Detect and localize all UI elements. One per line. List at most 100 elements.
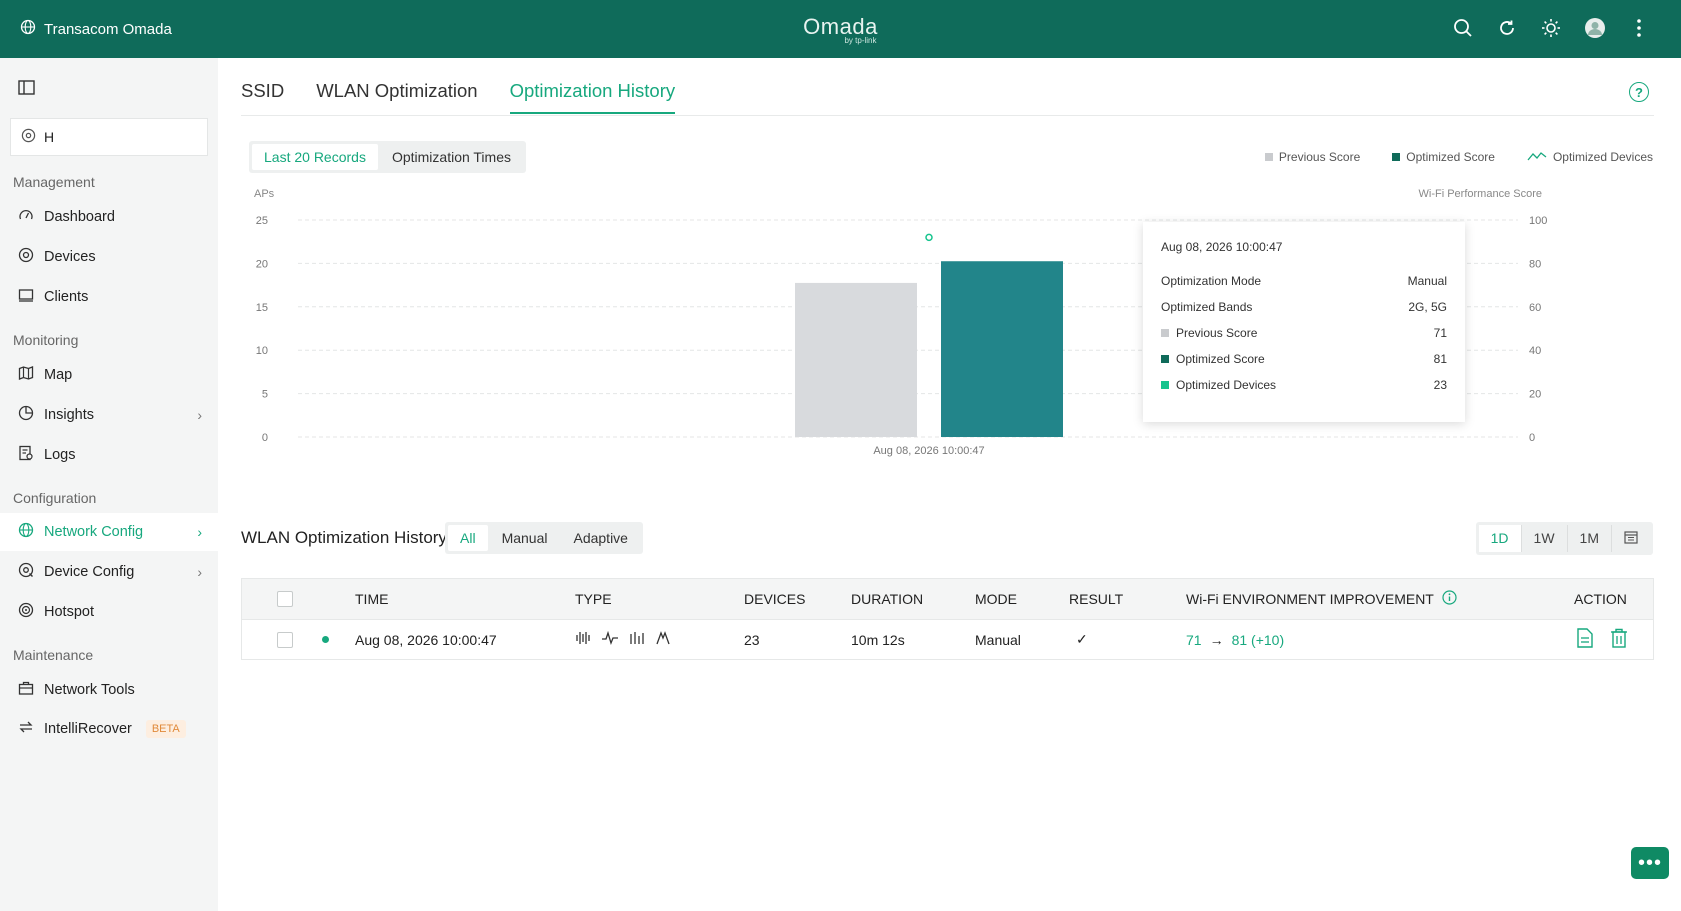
- optimization-times-button[interactable]: Optimization Times: [380, 144, 523, 170]
- right-tick-label: 60: [1529, 302, 1541, 314]
- sidebar-item-map[interactable]: Map: [0, 356, 218, 394]
- sidebar-item-logs[interactable]: Logs: [0, 436, 218, 474]
- range-1w[interactable]: 1W: [1522, 525, 1568, 552]
- improvement-to: 81 (+10): [1231, 631, 1285, 648]
- x-tick-label: Aug 08, 2026 10:00:47: [873, 445, 984, 457]
- antenna-icon: [655, 631, 671, 648]
- tab-optimization-history[interactable]: Optimization History: [509, 80, 676, 114]
- chevron-right-icon: ›: [197, 524, 202, 540]
- main-content: SSID WLAN Optimization Optimization Hist…: [218, 58, 1681, 911]
- sidebar-item-devices[interactable]: Devices: [0, 238, 218, 276]
- chevron-right-icon: ›: [197, 564, 202, 580]
- delete-icon[interactable]: [1610, 628, 1628, 651]
- legend-swatch: [1392, 153, 1401, 161]
- sidebar-item-network-config[interactable]: Network Config ›: [0, 513, 218, 551]
- chevron-right-icon: ›: [197, 407, 202, 423]
- last-20-records-button[interactable]: Last 20 Records: [252, 144, 378, 170]
- sidebar-item-label: Insights: [44, 407, 94, 423]
- tooltip-label: Optimized Devices: [1176, 378, 1277, 392]
- sidebar-item-clients[interactable]: Clients: [0, 278, 218, 316]
- org-name: Transacom Omada: [44, 20, 172, 38]
- hotspot-icon: [18, 602, 34, 622]
- details-icon[interactable]: [1576, 628, 1594, 651]
- tooltip-swatch: [1161, 381, 1169, 389]
- help-icon[interactable]: ?: [1629, 82, 1649, 102]
- left-axis-title: APs: [254, 188, 275, 200]
- section-management: Management: [13, 174, 95, 190]
- legend-previous-score[interactable]: Previous Score: [1264, 150, 1360, 164]
- logo-text: Omada: [803, 14, 878, 39]
- section-configuration: Configuration: [13, 490, 97, 506]
- sidebar-item-hotspot[interactable]: Hotspot: [0, 593, 218, 631]
- record-toggle: Last 20 Records Optimization Times: [249, 141, 526, 173]
- select-all-checkbox[interactable]: [277, 591, 293, 607]
- row-improvement: 71 → 81 (+10): [1186, 632, 1284, 648]
- calendar-icon[interactable]: [1612, 525, 1650, 552]
- org-selector[interactable]: Transacom Omada: [20, 19, 172, 39]
- optimized-devices-point: [925, 233, 933, 242]
- legend-optimized-devices[interactable]: Optimized Devices: [1527, 150, 1653, 164]
- location-icon: [21, 128, 36, 146]
- history-title: WLAN Optimization History: [241, 528, 447, 547]
- right-tick-label: 20: [1529, 389, 1541, 401]
- filter-adaptive[interactable]: Adaptive: [561, 525, 639, 551]
- row-checkbox[interactable]: [277, 631, 293, 648]
- tooltip-label: Optimized Score: [1176, 352, 1265, 366]
- sidebar: H Management Dashboard Devices Clients M…: [0, 58, 218, 911]
- legend-optimized-score[interactable]: Optimized Score: [1392, 150, 1495, 164]
- range-1d[interactable]: 1D: [1478, 525, 1522, 552]
- filter-manual[interactable]: Manual: [490, 525, 560, 551]
- tab-wlan-optimization[interactable]: WLAN Optimization: [316, 80, 477, 114]
- column-improvement: Wi-Fi ENVIRONMENT IMPROVEMENT: [1186, 590, 1457, 608]
- sidebar-item-device-config[interactable]: Device Config ›: [0, 553, 218, 591]
- avatar[interactable]: [1583, 16, 1607, 40]
- improvement-from: 71: [1186, 631, 1202, 648]
- chart-tooltip: Aug 08, 2026 10:00:47 Optimization Mode M…: [1143, 222, 1465, 422]
- insights-icon: [18, 405, 34, 425]
- tooltip-swatch: [1161, 355, 1169, 363]
- left-tick-label: 0: [262, 432, 268, 444]
- tab-ssid[interactable]: SSID: [241, 80, 284, 114]
- refresh-icon[interactable]: [1495, 16, 1519, 40]
- tooltip-row-previous: Previous Score 71: [1161, 320, 1447, 346]
- left-tick-label: 10: [256, 345, 268, 357]
- chat-button[interactable]: •••: [1631, 847, 1669, 879]
- theme-icon[interactable]: [1539, 16, 1563, 40]
- row-mode: Manual: [975, 631, 1021, 648]
- site-name: H: [44, 129, 55, 145]
- column-mode: MODE: [975, 591, 1017, 607]
- tooltip-value: 81: [1433, 352, 1447, 366]
- info-icon[interactable]: [1442, 590, 1457, 608]
- right-tick-label: 0: [1529, 432, 1535, 444]
- range-1m[interactable]: 1M: [1568, 525, 1612, 552]
- sidebar-item-label: Clients: [44, 289, 89, 305]
- tooltip-label: Optimization Mode: [1161, 274, 1262, 288]
- search-icon[interactable]: [1451, 16, 1475, 40]
- tooltip-value: 23: [1433, 378, 1447, 392]
- row-result-check-icon: ✓: [1076, 631, 1088, 647]
- more-icon[interactable]: [1627, 16, 1651, 40]
- arrow-right-icon: →: [1209, 631, 1224, 648]
- row-devices: 23: [744, 631, 760, 648]
- site-selector[interactable]: H: [10, 118, 208, 156]
- sidebar-item-insights[interactable]: Insights ›: [0, 396, 218, 434]
- left-tick-label: 20: [256, 258, 268, 270]
- line-chart-icon: [1527, 150, 1547, 164]
- column-improvement-label: Wi-Fi ENVIRONMENT IMPROVEMENT: [1186, 591, 1434, 607]
- table-row[interactable]: Aug 08, 2026 10:00:47 23 10m 12s Manual …: [242, 619, 1653, 659]
- filter-all[interactable]: All: [448, 525, 488, 551]
- tooltip-label: Optimized Bands: [1161, 300, 1253, 314]
- legend-label: Optimized Devices: [1552, 150, 1653, 164]
- legend-label: Optimized Score: [1406, 150, 1495, 164]
- sidebar-item-label: Logs: [44, 447, 76, 463]
- row-time: Aug 08, 2026 10:00:47: [355, 631, 497, 648]
- sidebar-item-intellirecover[interactable]: IntelliRecover BETA: [0, 710, 218, 748]
- tab-bar: SSID WLAN Optimization Optimization Hist…: [241, 80, 676, 114]
- sidebar-item-dashboard[interactable]: Dashboard: [0, 198, 218, 236]
- clients-icon: [18, 287, 34, 307]
- column-time: TIME: [355, 591, 389, 607]
- sidebar-item-network-tools[interactable]: Network Tools: [0, 671, 218, 709]
- sidebar-item-label: Device Config: [44, 564, 135, 580]
- table-header: TIME TYPE DEVICES DURATION MODE RESULT W…: [242, 579, 1653, 619]
- sidebar-collapse-icon[interactable]: [18, 80, 36, 101]
